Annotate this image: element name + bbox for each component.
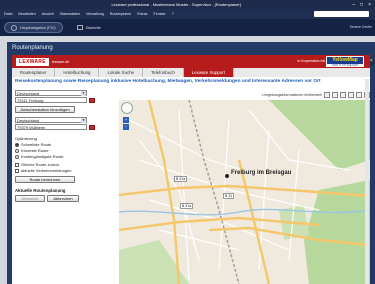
overview-button[interactable]: Übersicht bbox=[15, 195, 45, 202]
menu-fenster[interactable]: Fenster bbox=[154, 12, 166, 16]
city-label: Freiburg im Breisgau bbox=[231, 170, 292, 176]
route-form: Deutschland ▼ 79111 Freiburg Zwischensta… bbox=[15, 90, 107, 203]
tab-hotelbuchung[interactable]: Hotelbuchung bbox=[55, 68, 100, 77]
zoom-out-button[interactable]: − bbox=[123, 124, 129, 130]
tab-lokale-suche[interactable]: Lokale Suche bbox=[99, 68, 144, 77]
option-fastest-label: Schnellste Route bbox=[21, 142, 52, 147]
option-fastest[interactable]: Schnellste Route bbox=[15, 142, 107, 147]
main-panel: Reisekostenplanung sowie Reiseplanung in… bbox=[12, 77, 370, 284]
yellowmap-logo: YellowMap FIND IT ON THE MAP bbox=[326, 56, 364, 67]
menu-bearbeiten[interactable]: Bearbeiten bbox=[18, 12, 35, 16]
app-toolbar: Hauptnavigation (F10) Startseite Service… bbox=[0, 19, 375, 36]
navigation-icon bbox=[11, 24, 17, 31]
coop-label: In Kooperation mit bbox=[297, 59, 325, 63]
dest-address-field[interactable]: 79379 Müllheim bbox=[15, 124, 87, 130]
zoom-controls: + − bbox=[123, 117, 129, 130]
dest-country-value: Deutschland bbox=[17, 118, 40, 123]
road-label: B 31a bbox=[174, 176, 188, 182]
options-title: Optimierung bbox=[15, 136, 37, 141]
startseite-link[interactable]: Startseite bbox=[76, 25, 101, 30]
menu-verwaltung[interactable]: Verwaltung bbox=[86, 12, 104, 16]
calculate-route-button[interactable]: Route berechnen bbox=[15, 176, 75, 183]
title-bar: Lexware professional - Mustermann Muster… bbox=[0, 0, 375, 9]
home-icon bbox=[76, 25, 83, 30]
content-area: Routenplanung × LEXWARE lexware.de In Ko… bbox=[0, 36, 375, 284]
startseite-label: Startseite bbox=[85, 25, 101, 30]
start-address-field[interactable]: 79111 Freiburg bbox=[15, 97, 87, 103]
checkbox-icon[interactable] bbox=[15, 168, 19, 173]
menu-stammdaten[interactable]: Stammdaten bbox=[60, 12, 80, 16]
dest-country-select[interactable]: Deutschland ▼ bbox=[15, 117, 87, 123]
brand-bar: LEXWARE lexware.de In Kooperation mit Ye… bbox=[12, 55, 370, 68]
tab-bar: Routenplaner Hotelbuchung Lokale Suche T… bbox=[12, 68, 370, 77]
headline: Reisekostenplanung sowie Reiseplanung in… bbox=[15, 79, 321, 84]
pan-control-icon[interactable] bbox=[121, 102, 133, 114]
checkbox-return[interactable]: Gleiche Route zurück bbox=[15, 162, 107, 167]
start-country-value: Deutschland bbox=[17, 91, 40, 96]
radio-icon[interactable] bbox=[15, 154, 19, 159]
city-marker-icon bbox=[225, 174, 229, 178]
option-shortest-label: Kürzeste Route bbox=[21, 148, 49, 153]
scrollbar[interactable] bbox=[365, 79, 369, 284]
menu-help[interactable]: ? bbox=[172, 12, 174, 16]
map-view[interactable]: + − Freiburg im Breisgau B 31a B 31 B 31… bbox=[119, 100, 370, 284]
print-icon[interactable] bbox=[340, 91, 346, 98]
add-via-button[interactable]: Zwischenstation hinzufügen bbox=[15, 106, 75, 113]
pane-title: Routenplanung bbox=[12, 45, 53, 51]
checkbox-traffic-label: aktuelle Verkehrsmeldungen bbox=[21, 168, 72, 173]
zoom-in-icon[interactable] bbox=[324, 91, 330, 98]
checkbox-traffic[interactable]: aktuelle Verkehrsmeldungen bbox=[15, 168, 107, 173]
zoom-out-icon[interactable] bbox=[332, 91, 338, 98]
yellowmap-logo-subtext: FIND IT ON THE MAP bbox=[332, 64, 358, 67]
info-icon[interactable] bbox=[356, 91, 362, 98]
yellowmap-logo-text: YellowMap bbox=[327, 57, 363, 64]
radio-selected-icon[interactable] bbox=[15, 142, 19, 147]
map-toolbar: Umgebungsinformationen einblenden bbox=[124, 91, 370, 98]
tab-routenplaner[interactable]: Routenplaner bbox=[12, 68, 56, 77]
start-country-select[interactable]: Deutschland ▼ bbox=[15, 90, 87, 96]
current-route-title: Aktuelle Routenplanung bbox=[15, 188, 66, 193]
road-label: B 31a bbox=[180, 203, 194, 209]
map-toolbar-label: Umgebungsinformationen einblenden bbox=[262, 92, 322, 97]
layers-icon[interactable] bbox=[348, 91, 354, 98]
chevron-down-icon: ▼ bbox=[81, 91, 86, 96]
main-navigation-button[interactable]: Hauptnavigation (F10) bbox=[4, 22, 63, 33]
menu-datei[interactable]: Datei bbox=[4, 12, 12, 16]
window-title: Lexware professional - Mustermann Muster… bbox=[111, 2, 241, 7]
option-cheapest[interactable]: Kostengünstigste Route bbox=[15, 154, 107, 159]
route-pane: Routenplanung × LEXWARE lexware.de In Ko… bbox=[7, 42, 375, 284]
close-window-button[interactable]: × bbox=[368, 2, 371, 8]
street-map bbox=[119, 100, 370, 284]
menu-bar: Datei Bearbeiten Ansicht Stammdaten Verw… bbox=[0, 9, 375, 19]
checkbox-icon[interactable] bbox=[15, 162, 19, 167]
main-navigation-label: Hauptnavigation (F10) bbox=[20, 25, 56, 30]
radio-icon[interactable] bbox=[15, 148, 19, 153]
tab-telefonbuch[interactable]: Telefonbuch bbox=[143, 68, 184, 77]
maximize-button[interactable]: □ bbox=[360, 2, 363, 8]
road-label: B 31 bbox=[223, 193, 235, 199]
start-marker-icon[interactable] bbox=[89, 97, 95, 103]
option-cheapest-label: Kostengünstigste Route bbox=[21, 154, 64, 159]
zoom-in-button[interactable]: + bbox=[123, 117, 129, 123]
menu-routenplaner[interactable]: Routenplaner bbox=[110, 12, 132, 16]
search-input[interactable] bbox=[314, 11, 369, 17]
checkbox-return-label: Gleiche Route zurück bbox=[21, 162, 60, 167]
dest-marker-icon[interactable] bbox=[89, 124, 95, 130]
tab-lexware-support[interactable]: Lexware Support bbox=[183, 68, 234, 77]
cancel-button[interactable]: Abbrechen bbox=[47, 195, 79, 202]
chevron-down-icon: ▼ bbox=[81, 118, 86, 123]
lexware-domain: lexware.de bbox=[51, 59, 70, 64]
lexware-logo: LEXWARE bbox=[16, 57, 49, 66]
menu-extras[interactable]: Extras bbox=[137, 12, 147, 16]
minimize-button[interactable]: – bbox=[352, 2, 355, 8]
service-center-link[interactable]: Service Center bbox=[350, 25, 372, 29]
menu-ansicht[interactable]: Ansicht bbox=[42, 12, 54, 16]
option-shortest[interactable]: Kürzeste Route bbox=[15, 148, 107, 153]
